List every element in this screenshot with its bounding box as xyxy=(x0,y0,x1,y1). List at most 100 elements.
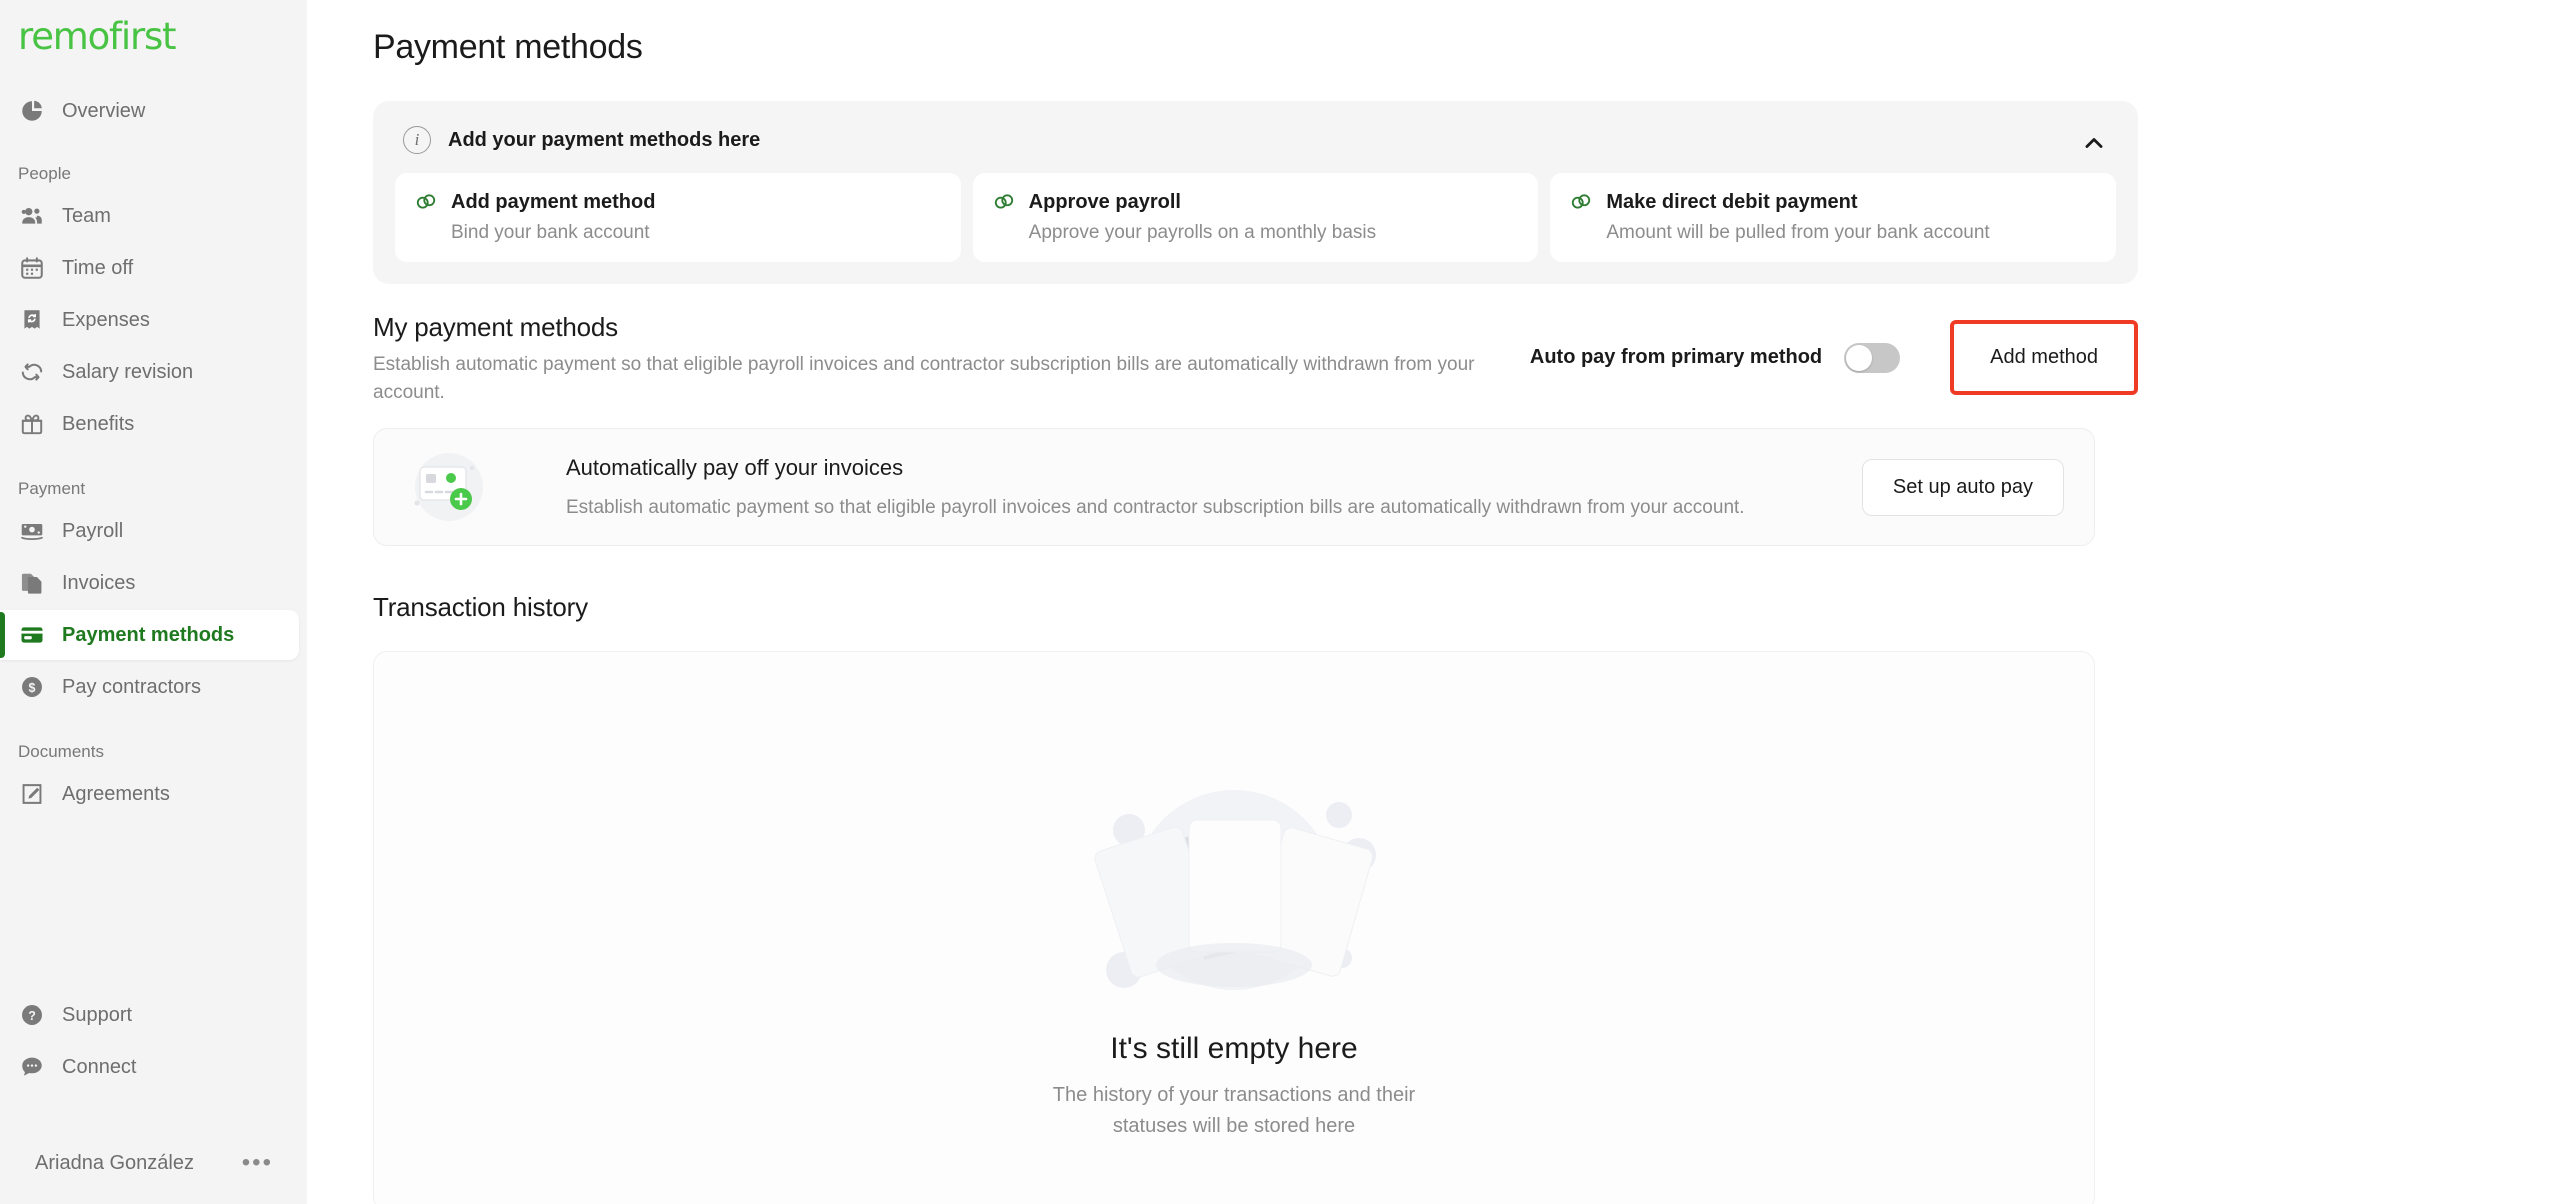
credit-card-icon xyxy=(18,622,45,649)
autopay-toggle-label: Auto pay from primary method xyxy=(1530,346,1822,369)
sidebar-item-invoices[interactable]: Invoices xyxy=(0,558,299,608)
receipt-icon xyxy=(18,307,45,334)
banner-header: i Add your payment methods here xyxy=(395,119,2116,161)
sidebar-group-label: Documents xyxy=(0,742,307,762)
sidebar-item-label: Invoices xyxy=(62,572,135,595)
empty-state-title: It's still empty here xyxy=(1110,1032,1357,1066)
banner-card-approve-payroll[interactable]: Approve payroll Approve your payrolls on… xyxy=(973,173,1539,262)
brand-logo[interactable]: remofirst xyxy=(0,0,307,86)
sidebar-item-label: Team xyxy=(62,205,111,228)
sidebar-item-pay-contractors[interactable]: $ Pay contractors xyxy=(0,662,299,712)
toggle-knob xyxy=(1846,345,1872,371)
link-icon xyxy=(991,189,1017,215)
sidebar-item-label: Agreements xyxy=(62,783,170,806)
autopay-promo-title: Automatically pay off your invoices xyxy=(566,455,1832,481)
set-up-auto-pay-button[interactable]: Set up auto pay xyxy=(1862,459,2064,516)
autopay-promo-card: Automatically pay off your invoices Esta… xyxy=(373,428,2095,546)
sidebar-item-expenses[interactable]: Expenses xyxy=(0,295,299,345)
dollar-coin-icon: $ xyxy=(18,674,45,701)
sidebar-group-documents: Documents Agreements xyxy=(0,742,307,821)
sidebar-item-benefits[interactable]: Benefits xyxy=(0,399,299,449)
gift-icon xyxy=(18,411,45,438)
sidebar-bottom: ? Support Connect Ariadna González ••• xyxy=(0,990,307,1204)
banner-card-add-payment-method[interactable]: Add payment method Bind your bank accoun… xyxy=(395,173,961,262)
main-content: Payment methods i Add your payment metho… xyxy=(307,0,2572,1204)
banner-card-subtitle: Bind your bank account xyxy=(413,222,943,244)
sidebar-item-label: Connect xyxy=(62,1056,137,1079)
banner-card-subtitle: Amount will be pulled from your bank acc… xyxy=(1568,222,2098,244)
banner-card-direct-debit[interactable]: Make direct debit payment Amount will be… xyxy=(1550,173,2116,262)
sidebar-item-label: Pay contractors xyxy=(62,676,201,699)
sidebar-item-time-off[interactable]: Time off xyxy=(0,243,299,293)
section-header: My payment methods Establish automatic p… xyxy=(373,312,2138,406)
app-root: remofirst Overview People Team xyxy=(0,0,2572,1204)
cards-fan-illustration xyxy=(1084,740,1384,1010)
sidebar-group-label: People xyxy=(0,164,307,184)
svg-text:?: ? xyxy=(28,1009,36,1023)
help-circle-icon: ? xyxy=(18,1002,45,1029)
link-icon xyxy=(1568,189,1594,215)
banner-card-subtitle: Approve your payrolls on a monthly basis xyxy=(991,222,1521,244)
section-subtitle: Establish automatic payment so that elig… xyxy=(373,351,1478,406)
refresh-icon xyxy=(18,359,45,386)
banner-card-title-row: Approve payroll xyxy=(991,189,1521,215)
calendar-icon xyxy=(18,255,45,282)
chevron-up-icon xyxy=(2081,130,2107,161)
empty-state-subtitle: The history of your transactions and the… xyxy=(1024,1080,1444,1142)
autopay-toggle-group: Auto pay from primary method xyxy=(1508,331,1922,385)
sidebar-group-people: People Team Time off xyxy=(0,164,307,451)
sidebar-item-team[interactable]: Team xyxy=(0,191,299,241)
documents-icon xyxy=(18,570,45,597)
sidebar-item-label: Payment methods xyxy=(62,624,234,647)
edit-square-icon xyxy=(18,781,45,808)
sidebar-item-overview[interactable]: Overview xyxy=(0,86,299,136)
banner-title: Add your payment methods here xyxy=(448,129,760,152)
transaction-history-title: Transaction history xyxy=(373,592,2099,623)
sidebar-item-label: Time off xyxy=(62,257,133,280)
banner-card-title: Approve payroll xyxy=(1029,191,1181,214)
sidebar-item-label: Overview xyxy=(62,100,145,123)
chat-bubble-icon xyxy=(18,1054,45,1081)
sidebar-group-payment: Payment Payroll Invoices xyxy=(0,479,307,714)
autopay-promo-description: Establish automatic payment so that elig… xyxy=(566,497,1832,519)
banner-card-title-row: Make direct debit payment xyxy=(1568,189,2098,215)
sidebar-item-agreements[interactable]: Agreements xyxy=(0,769,299,819)
sidebar-item-label: Expenses xyxy=(62,309,150,332)
autopay-promo-text: Automatically pay off your invoices Esta… xyxy=(524,455,1832,519)
pie-chart-icon xyxy=(18,98,45,125)
sidebar-item-payroll[interactable]: Payroll xyxy=(0,506,299,556)
sidebar-item-label: Salary revision xyxy=(62,361,193,384)
section-header-text: My payment methods Establish automatic p… xyxy=(373,312,1508,406)
link-icon xyxy=(413,189,439,215)
banner-cards: Add payment method Bind your bank accoun… xyxy=(395,173,2116,262)
sidebar-item-support[interactable]: ? Support xyxy=(0,990,299,1040)
banner-card-title-row: Add payment method xyxy=(413,189,943,215)
section-header-actions: Auto pay from primary method Add method xyxy=(1508,312,2138,395)
sidebar-user[interactable]: Ariadna González ••• xyxy=(0,1136,307,1190)
sidebar-item-label: Benefits xyxy=(62,413,134,436)
card-plus-illustration xyxy=(404,451,494,523)
section-title: My payment methods xyxy=(373,312,1478,343)
banner-card-title: Add payment method xyxy=(451,191,655,214)
sidebar-item-salary-revision[interactable]: Salary revision xyxy=(0,347,299,397)
add-method-button[interactable]: Add method xyxy=(1956,326,2132,389)
team-icon xyxy=(18,203,45,230)
onboarding-banner: i Add your payment methods here xyxy=(373,101,2138,284)
sidebar-nav: Overview People Team Time off xyxy=(0,86,307,990)
sidebar-item-connect[interactable]: Connect xyxy=(0,1042,299,1092)
my-payment-methods-section: My payment methods Establish automatic p… xyxy=(373,312,2138,546)
transaction-history-section: Transaction history xyxy=(373,592,2099,1204)
banner-card-title: Make direct debit payment xyxy=(1606,191,1857,214)
sidebar-item-payment-methods[interactable]: Payment methods xyxy=(0,610,299,660)
banner-collapse-button[interactable] xyxy=(2074,125,2114,165)
add-method-highlight: Add method xyxy=(1950,320,2138,395)
content-area: i Add your payment methods here xyxy=(307,101,2099,1204)
autopay-toggle[interactable] xyxy=(1844,343,1900,373)
sidebar-item-label: Support xyxy=(62,1004,132,1027)
sidebar-group-label: Payment xyxy=(0,479,307,499)
page-title: Payment methods xyxy=(307,0,2572,67)
sidebar-user-name: Ariadna González xyxy=(35,1152,225,1175)
banknote-icon xyxy=(18,518,45,545)
sidebar: remofirst Overview People Team xyxy=(0,0,307,1204)
user-menu-icon[interactable]: ••• xyxy=(242,1158,289,1168)
